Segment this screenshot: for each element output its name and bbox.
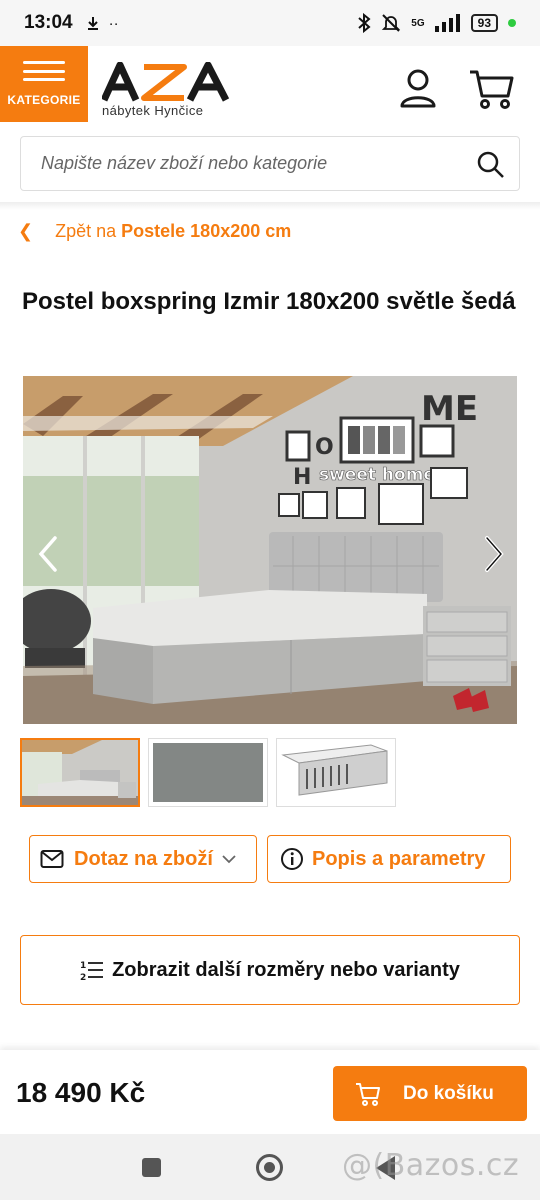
- status-time: 13:04: [24, 12, 73, 33]
- site-logo[interactable]: nábytek Hynčice: [102, 62, 232, 122]
- description-parameters-button[interactable]: Popis a parametry: [267, 835, 511, 883]
- download-icon: [87, 17, 98, 30]
- product-price: 18 490 Kč: [16, 1077, 146, 1108]
- breadcrumb-category: Postele 180x200 cm: [121, 221, 292, 241]
- add-to-cart-button[interactable]: Do košíku: [333, 1066, 527, 1121]
- logo-subtitle: nábytek Hynčice: [102, 103, 204, 118]
- product-main-image[interactable]: ME O H sweet home: [23, 376, 517, 724]
- search-input[interactable]: [41, 153, 461, 174]
- next-image-arrow-icon[interactable]: [479, 534, 509, 574]
- breadcrumb-back-link[interactable]: ❮ Zpět na Postele 180x200 cm: [18, 221, 291, 242]
- categories-label: KATEGORIE: [7, 93, 81, 107]
- wall-sweet-home-text: sweet home: [319, 465, 435, 485]
- add-to-cart-label: Do košíku: [403, 1082, 494, 1104]
- bedroom-photo: ME O H sweet home: [23, 376, 517, 724]
- inquiry-label: Dotaz na zboží: [74, 847, 213, 870]
- thumbnail-mattress-detail[interactable]: [276, 738, 396, 807]
- search-icon[interactable]: [477, 151, 505, 179]
- previous-image-arrow-icon[interactable]: [33, 534, 63, 574]
- envelope-icon: [40, 850, 64, 868]
- numbered-list-icon: 1 2: [80, 961, 104, 982]
- more-dots-icon: ··: [108, 14, 119, 32]
- sticky-buy-bar: 18 490 Kč Do košíku: [0, 1050, 540, 1134]
- user-account-icon[interactable]: [398, 68, 438, 108]
- aza-logo-mark: [102, 62, 230, 102]
- breadcrumb-prefix: Zpět na: [55, 221, 117, 241]
- network-label: 5G: [411, 17, 425, 29]
- thumbnail-room[interactable]: [20, 738, 140, 807]
- status-bar: 13:04 ·· 5G 93: [0, 0, 540, 46]
- system-navigation-bar: @(Bazos.cz: [0, 1134, 540, 1200]
- chevron-down-icon: [222, 855, 236, 864]
- info-icon: [281, 848, 303, 870]
- thumbnail-strip: [20, 738, 396, 807]
- hamburger-icon: [23, 61, 65, 81]
- recent-apps-icon[interactable]: [142, 1158, 161, 1177]
- show-variants-button[interactable]: 1 2 Zobrazit další rozměry nebo varianty: [20, 935, 520, 1005]
- svg-text:2: 2: [80, 973, 86, 982]
- svg-text:1: 1: [80, 961, 86, 971]
- shopping-cart-icon[interactable]: [468, 68, 514, 110]
- site-header: KATEGORIE nábytek Hynčice: [0, 46, 540, 124]
- variants-label: Zobrazit další rozměry nebo varianty: [112, 958, 460, 981]
- product-title: Postel boxspring Izmir 180x200 světle še…: [22, 288, 516, 315]
- wall-letters-me: ME: [421, 389, 478, 429]
- privacy-dot-icon: [508, 19, 516, 27]
- bazos-watermark: @(Bazos.cz: [342, 1148, 520, 1183]
- categories-menu-button[interactable]: KATEGORIE: [0, 46, 88, 122]
- signal-icon: [434, 14, 460, 32]
- thumbnail-fabric[interactable]: [148, 738, 268, 807]
- search-bar: [20, 136, 520, 191]
- battery-indicator: 93: [470, 14, 498, 32]
- mute-bell-icon: [382, 14, 401, 32]
- cart-icon: [356, 1082, 380, 1106]
- product-inquiry-button[interactable]: Dotaz na zboží: [29, 835, 257, 883]
- header-divider: [0, 202, 540, 210]
- status-notification-icons: ··: [85, 15, 119, 32]
- bluetooth-icon: [358, 13, 371, 33]
- wall-letter-h: H: [293, 465, 311, 490]
- description-label: Popis a parametry: [312, 847, 486, 870]
- home-icon[interactable]: [256, 1154, 283, 1181]
- chevron-left-icon: ❮: [18, 221, 34, 241]
- wall-letter-o: O: [315, 435, 334, 460]
